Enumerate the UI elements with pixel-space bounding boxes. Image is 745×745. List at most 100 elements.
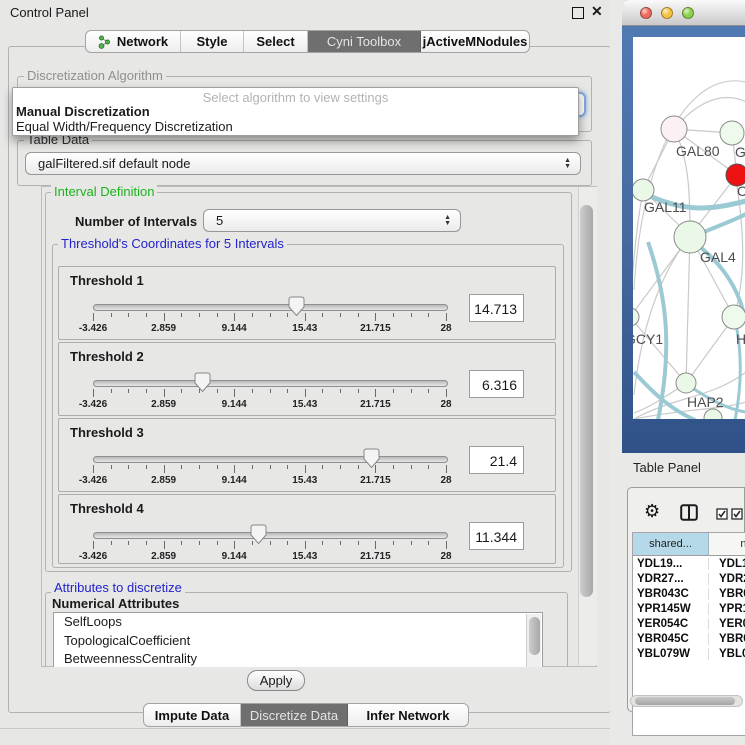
node-label: H [736,331,745,347]
network-node[interactable] [722,305,745,329]
tab-impute-data[interactable]: Impute Data [144,704,241,726]
thresholds-group-title: Threshold's Coordinates for 5 Intervals [58,237,287,251]
table-cell: YBR0 [709,633,745,645]
control-panel-tabs: Network Style Select Cyni Toolbox jActiv… [85,30,530,53]
table-cell: YDL1 [709,558,745,570]
tab-discretize-data[interactable]: Discretize Data [241,704,348,726]
slider-track[interactable] [93,532,448,539]
threshold-panel: Threshold 2 -3.4262.8599.14415.4321.7152… [58,342,556,416]
threshold-value-field[interactable]: 11.344 [469,522,524,550]
network-canvas[interactable]: GAL80GAL8CGAL11GAL4GCY1HHAP2 [633,37,745,419]
table-row[interactable]: YBR043CYBR0 [633,586,745,601]
tab-label: Network [117,34,168,49]
split-columns-icon[interactable] [680,504,698,526]
list-item[interactable]: TopologicalCoefficient [54,632,542,651]
list-item[interactable]: SelfLoops [54,613,542,632]
dropdown-hint: Select algorithm to view settings [13,90,578,105]
algorithm-group-title: Discretization Algorithm [24,69,166,83]
table-row[interactable]: YDR27...YDR2 [633,571,745,586]
column-header[interactable]: na [709,533,745,556]
float-panel-icon[interactable] [572,7,584,19]
slider-track[interactable] [93,456,448,463]
node-label: GAL4 [700,249,736,265]
number-of-intervals-combobox[interactable]: 5 ▲▼ [203,209,461,232]
table-row[interactable]: YER054CYER0 [633,616,745,631]
threshold-label: Threshold 4 [70,501,144,516]
table-cell: YDL19... [633,558,709,570]
dropdown-option-manual[interactable]: Manual Discretization [16,104,150,119]
slider-ticks [93,389,446,398]
table-cell: YBR0 [709,588,745,600]
slider-track[interactable] [93,304,448,311]
threshold-label: Threshold 2 [70,349,144,364]
tab-cyni-toolbox[interactable]: Cyni Toolbox [308,31,421,52]
network-edge[interactable] [633,190,643,317]
network-node[interactable] [720,121,744,145]
table-cell: YPR1 [709,603,745,615]
panel-title: Control Panel [10,5,89,20]
table-row[interactable]: YPR145WYPR1 [633,601,745,616]
threshold-panel: Threshold 1 -3.4262.8599.14415.4321.7152… [58,266,556,340]
numerical-attributes-list: SelfLoops TopologicalCoefficient Between… [53,612,543,667]
table-cell: YDR2 [709,573,745,585]
network-node[interactable] [633,308,639,326]
tab-select[interactable]: Select [244,31,308,52]
threshold-value-field[interactable]: 21.4 [469,446,524,474]
table-cell: YBR043C [633,588,709,600]
tab-infer-network[interactable]: Infer Network [348,704,468,726]
table-cell: YPR145W [633,603,709,615]
attributes-group-clip: Numerical Attributes SelfLoops Topologic… [45,588,570,667]
horizontal-scrollbar-track[interactable] [630,695,743,707]
stepper-icon: ▲▼ [444,215,451,227]
tab-label: Cyni Toolbox [327,34,401,49]
slider-tick-labels: -3.4262.8599.14415.4321.71528 [59,551,555,563]
tab-style[interactable]: Style [181,31,244,52]
attributes-group-title: Attributes to discretize [51,581,185,595]
list-scrollbar-thumb[interactable] [529,617,540,655]
gear-icon[interactable]: ⚙ [644,501,660,522]
network-edge[interactable] [634,236,690,395]
zoom-traffic-light-icon[interactable] [682,7,694,19]
table-data-combobox[interactable]: galFiltered.sif default node ▲▼ [25,152,581,175]
checkbox-icon[interactable] [731,507,743,525]
network-node[interactable] [633,179,654,201]
network-window-titlebar [622,0,745,26]
checkbox-icon[interactable] [716,507,728,525]
horizontal-scrollbar-thumb[interactable] [635,697,735,705]
threshold-panel: Threshold 4 -3.4262.8599.14415.4321.7152… [58,494,556,564]
stepper-icon: ▲▼ [564,158,571,170]
vertical-scrollbar-thumb[interactable] [580,205,593,597]
network-node[interactable] [676,373,696,393]
network-edge[interactable] [686,236,690,383]
table-body: YDL19...YDL1YDR27...YDR2YBR043CYBR0YPR14… [633,556,745,661]
slider-tick-labels: -3.4262.8599.14415.4321.71528 [59,323,555,335]
list-item[interactable]: BetweennessCentrality [54,650,542,667]
slider-track[interactable] [93,380,448,387]
minimize-traffic-light-icon[interactable] [661,7,673,19]
table-data-value: galFiltered.sif default node [38,156,190,171]
tab-jactivemnodules[interactable]: jActiveMNodules [421,31,529,52]
network-node[interactable] [704,409,722,419]
dropdown-option-equal-width[interactable]: Equal Width/Frequency Discretization [16,119,233,134]
tab-label: jActiveMNodules [423,34,528,49]
table-cell: YBL079W [633,648,709,660]
node-label: GAL8 [735,144,745,160]
table-row[interactable]: YBR045CYBR0 [633,631,745,646]
column-header[interactable]: shared... [633,533,709,556]
network-node[interactable] [661,116,687,142]
threshold-value-field[interactable]: 6.316 [469,370,524,398]
tab-label: Impute Data [155,708,229,723]
table-cell: YER0 [709,618,745,630]
table-row[interactable]: YDL19...YDL1 [633,556,745,571]
close-traffic-light-icon[interactable] [640,7,652,19]
close-panel-icon[interactable]: ✕ [591,3,603,20]
interval-definition-title: Interval Definition [51,185,157,199]
slider-ticks [93,313,446,322]
table-header-row: shared...na [633,533,745,556]
node-label: GAL11 [644,199,687,215]
bottom-tabs: Impute Data Discretize Data Infer Networ… [143,703,469,727]
threshold-value-field[interactable]: 14.713 [469,294,524,322]
tab-network[interactable]: Network [86,31,181,52]
table-row[interactable]: YBL079WYBL0 [633,646,745,661]
apply-button[interactable]: Apply [247,670,305,691]
